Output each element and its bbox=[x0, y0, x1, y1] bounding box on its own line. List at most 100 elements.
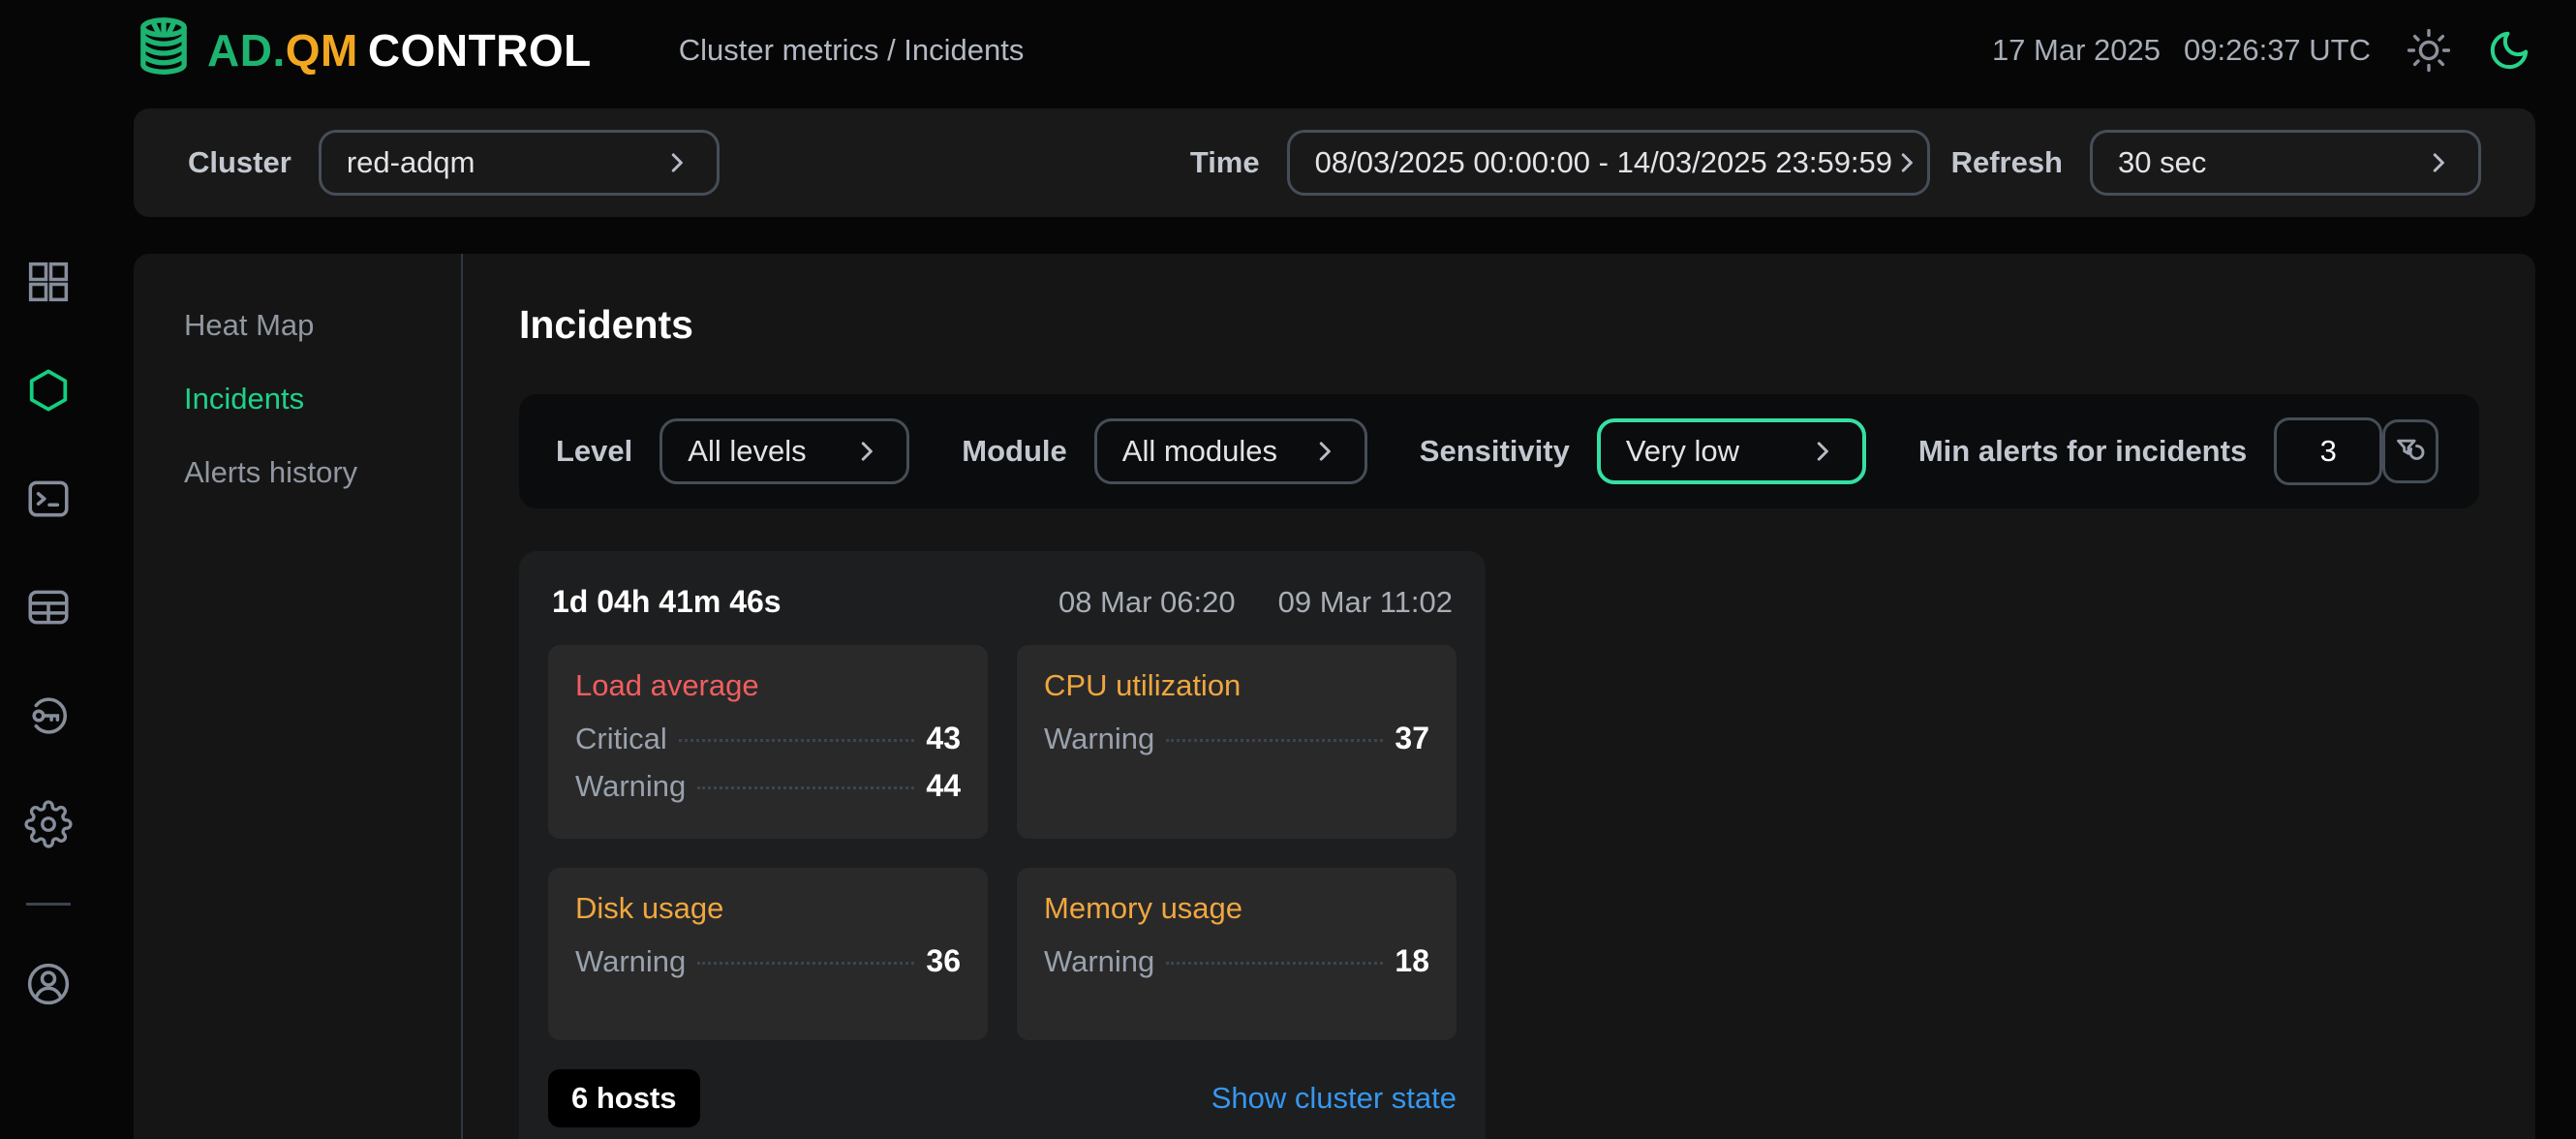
incident-dates: 08 Mar 06:20 09 Mar 11:02 bbox=[1058, 585, 1453, 620]
min-alerts-input[interactable] bbox=[2274, 417, 2382, 485]
dotted-leader bbox=[1166, 739, 1383, 742]
dotted-leader bbox=[1166, 962, 1383, 965]
tile-title: Load average bbox=[575, 668, 961, 703]
metric-value: 43 bbox=[926, 721, 961, 756]
reset-filters-button[interactable] bbox=[2382, 419, 2438, 483]
metric-row: Warning 37 bbox=[1044, 721, 1429, 756]
dashboard-grid-icon bbox=[24, 258, 73, 306]
chevron-right-icon bbox=[1310, 437, 1339, 466]
tile-cpu-utilization: CPU utilization Warning 37 bbox=[1017, 645, 1457, 839]
secondary-nav: Heat Map Incidents Alerts history bbox=[134, 254, 463, 1139]
terminal-icon bbox=[24, 475, 73, 523]
nav-item-heat-map[interactable]: Heat Map bbox=[134, 289, 461, 362]
module-group: Module All modules bbox=[962, 418, 1367, 484]
cluster-value: red-adqm bbox=[347, 145, 475, 180]
cluster-label: Cluster bbox=[188, 145, 291, 180]
level-label: Level bbox=[556, 434, 632, 469]
icon-rail bbox=[0, 258, 97, 1008]
chevron-right-icon bbox=[2424, 148, 2453, 177]
metric-value: 36 bbox=[926, 943, 961, 979]
incident-card-header: 1d 04h 41m 46s 08 Mar 06:20 09 Mar 11:02 bbox=[548, 584, 1457, 620]
current-time: 09:26:37 UTC bbox=[2184, 33, 2371, 68]
cluster-group: Cluster red-adqm bbox=[188, 130, 720, 196]
refresh-select[interactable]: 30 sec bbox=[2090, 130, 2481, 196]
tile-load-average: Load average Critical 43 Warning 44 bbox=[548, 645, 988, 839]
metric-row: Critical 43 bbox=[575, 721, 961, 756]
sidebar-item-dashboard[interactable] bbox=[24, 258, 73, 306]
tile-title: Memory usage bbox=[1044, 891, 1429, 926]
page-title: Incidents bbox=[519, 302, 2479, 348]
sidebar-item-terminal[interactable] bbox=[24, 475, 73, 523]
main-shell: Heat Map Incidents Alerts history Incide… bbox=[134, 254, 2535, 1139]
min-alerts-label: Min alerts for incidents bbox=[1918, 434, 2247, 469]
sidebar-item-account[interactable] bbox=[24, 960, 73, 1008]
dotted-leader bbox=[697, 962, 914, 965]
tile-title: CPU utilization bbox=[1044, 668, 1429, 703]
metric-row: Warning 36 bbox=[575, 943, 961, 979]
incident-card: 1d 04h 41m 46s 08 Mar 06:20 09 Mar 11:02… bbox=[519, 551, 1486, 1139]
time-range-select[interactable]: 08/03/2025 00:00:00 - 14/03/2025 23:59:5… bbox=[1287, 130, 1930, 196]
dotted-leader bbox=[679, 739, 915, 742]
sidebar-item-cluster[interactable] bbox=[24, 366, 73, 415]
adqm-control-app: AD.QMCONTROL Cluster metrics / Incidents… bbox=[0, 0, 2576, 1139]
header-right: 17 Mar 2025 09:26:37 UTC bbox=[1992, 27, 2531, 74]
moon-icon bbox=[2487, 28, 2531, 73]
tile-disk-usage: Disk usage Warning 36 bbox=[548, 868, 988, 1040]
light-theme-button[interactable] bbox=[2406, 27, 2452, 74]
user-icon bbox=[24, 960, 73, 1008]
sidebar-item-tables[interactable] bbox=[24, 583, 73, 631]
sun-icon bbox=[2406, 27, 2452, 74]
main-content: Incidents Level All levels Module All mo bbox=[463, 254, 2535, 1139]
min-alerts-group: Min alerts for incidents bbox=[1918, 417, 2382, 485]
tile-memory-usage: Memory usage Warning 18 bbox=[1017, 868, 1457, 1040]
global-filter-bar: Cluster red-adqm Time 08/03/2025 00:00:0… bbox=[134, 108, 2535, 217]
current-date: 17 Mar 2025 bbox=[1992, 33, 2161, 68]
metric-label: Warning bbox=[575, 944, 686, 979]
top-header: AD.QMCONTROL Cluster metrics / Incidents… bbox=[0, 0, 2576, 101]
metric-label: Critical bbox=[575, 722, 667, 756]
nav-item-alerts-history[interactable]: Alerts history bbox=[134, 436, 461, 509]
module-select[interactable]: All modules bbox=[1094, 418, 1367, 484]
refresh-label: Refresh bbox=[1951, 145, 2063, 180]
metric-value: 44 bbox=[926, 768, 961, 804]
dark-theme-button[interactable] bbox=[2487, 28, 2531, 73]
refresh-group: Refresh 30 sec bbox=[1951, 130, 2481, 196]
sidebar-item-access-keys[interactable] bbox=[24, 692, 73, 740]
chevron-right-icon bbox=[662, 148, 691, 177]
metric-tiles: Load average Critical 43 Warning 44 bbox=[548, 645, 1457, 1040]
dotted-leader bbox=[697, 786, 914, 789]
chevron-right-icon bbox=[852, 437, 881, 466]
time-range-value: 08/03/2025 00:00:00 - 14/03/2025 23:59:5… bbox=[1315, 145, 1892, 180]
app-logo[interactable]: AD.QMCONTROL bbox=[126, 13, 592, 88]
incident-duration: 1d 04h 41m 46s bbox=[552, 584, 782, 620]
coil-logo-icon bbox=[126, 13, 201, 88]
table-icon bbox=[24, 583, 73, 631]
filter-reset-icon bbox=[2391, 432, 2430, 471]
metric-label: Warning bbox=[575, 769, 686, 804]
incident-end-time: 09 Mar 11:02 bbox=[1278, 585, 1453, 620]
time-group: Time 08/03/2025 00:00:00 - 14/03/2025 23… bbox=[1190, 130, 1930, 196]
incident-start-time: 08 Mar 06:20 bbox=[1058, 585, 1236, 620]
current-datetime: 17 Mar 2025 09:26:37 UTC bbox=[1992, 33, 2371, 68]
tile-title: Disk usage bbox=[575, 891, 961, 926]
show-cluster-state-link[interactable]: Show cluster state bbox=[1211, 1081, 1457, 1116]
sensitivity-value: Very low bbox=[1626, 434, 1739, 469]
breadcrumb: Cluster metrics / Incidents bbox=[679, 33, 1025, 68]
level-select[interactable]: All levels bbox=[659, 418, 909, 484]
metric-value: 37 bbox=[1395, 721, 1429, 756]
chevron-right-icon bbox=[1808, 437, 1837, 466]
incident-card-footer: 6 hosts Show cluster state bbox=[548, 1069, 1457, 1127]
chevron-right-icon bbox=[1892, 148, 1921, 177]
metric-value: 18 bbox=[1395, 943, 1429, 979]
level-group: Level All levels bbox=[556, 418, 909, 484]
logo-wordmark: AD.QMCONTROL bbox=[207, 24, 592, 77]
metric-row: Warning 18 bbox=[1044, 943, 1429, 979]
sidebar-item-settings[interactable] bbox=[24, 800, 73, 848]
hexagon-cluster-icon bbox=[24, 366, 73, 415]
sensitivity-group: Sensitivity Very low bbox=[1420, 418, 1866, 484]
sensitivity-select[interactable]: Very low bbox=[1597, 418, 1866, 484]
cluster-select[interactable]: red-adqm bbox=[319, 130, 720, 196]
refresh-value: 30 sec bbox=[2118, 145, 2206, 180]
incidents-filter-toolbar: Level All levels Module All modules bbox=[519, 394, 2479, 508]
nav-item-incidents[interactable]: Incidents bbox=[134, 362, 461, 436]
